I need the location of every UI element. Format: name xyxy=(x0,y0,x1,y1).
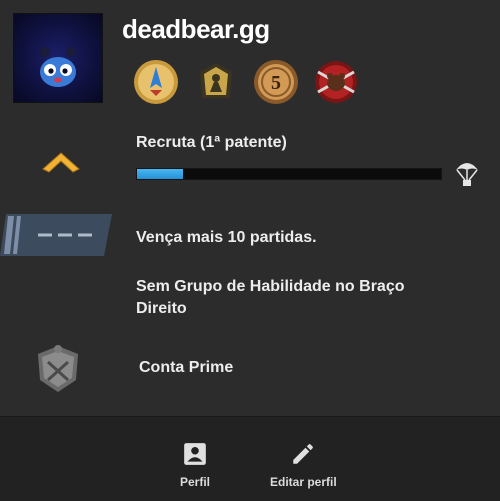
profile-button-label: Perfil xyxy=(180,475,211,489)
skill-group-wins-text: Vença mais 10 partidas. xyxy=(136,229,317,246)
edit-profile-button-label: Editar perfil xyxy=(270,475,337,489)
medal-blue-flame-icon[interactable] xyxy=(132,58,180,106)
medal-soldier-icon[interactable] xyxy=(192,58,240,106)
medals-row: 5 xyxy=(132,58,360,106)
pencil-icon xyxy=(293,444,314,464)
wingman-group-text: Sem Grupo de Habilidade no Braço Direito xyxy=(136,278,405,317)
medal-red-bear-icon[interactable] xyxy=(312,58,360,106)
profile-panel: deadbear.gg 5 Recruta (1ª patente) Vença… xyxy=(0,0,500,416)
chevron-rank-icon xyxy=(42,152,80,173)
xp-progress-bar xyxy=(136,168,442,180)
avatar[interactable] xyxy=(14,14,102,102)
prime-emblem-icon xyxy=(38,345,78,392)
svg-text:5: 5 xyxy=(271,72,281,94)
xp-progress-fill xyxy=(137,169,183,179)
username: deadbear.gg xyxy=(122,14,270,44)
prime-account-text: Conta Prime xyxy=(139,359,234,376)
parachute-icon[interactable] xyxy=(454,158,480,188)
rank-name: Recruta (1ª patente) xyxy=(136,134,287,151)
edit-profile-button[interactable]: Editar perfil xyxy=(270,441,337,489)
avatar-bear-icon xyxy=(40,47,76,87)
profile-button[interactable]: Perfil xyxy=(180,441,210,489)
person-card-icon xyxy=(184,443,206,465)
skill-group-unranked-icon xyxy=(0,214,112,256)
bottom-nav: Perfil Editar perfil xyxy=(0,416,500,501)
medal-5-year-coin-icon[interactable]: 5 xyxy=(252,58,300,106)
